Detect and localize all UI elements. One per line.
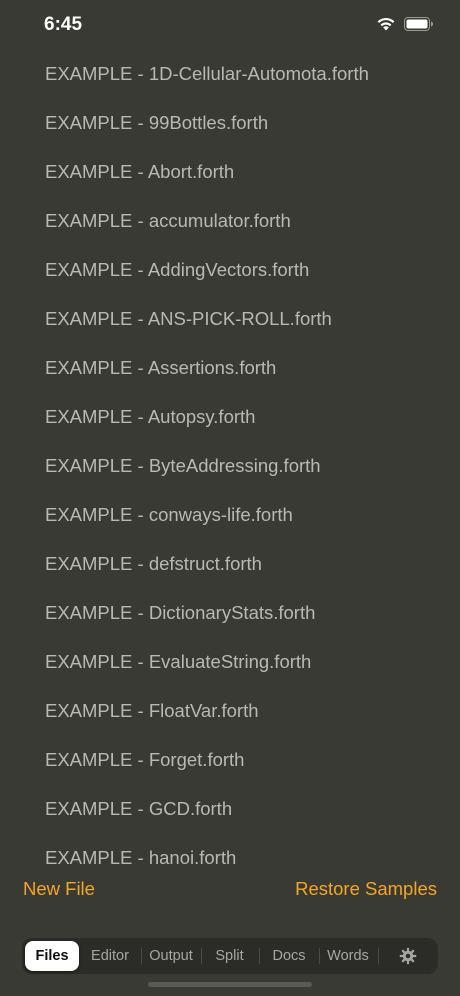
tab-words[interactable]: Words [320, 941, 376, 971]
tab-editor[interactable]: Editor [82, 941, 138, 971]
file-item[interactable]: EXAMPLE - ByteAddressing.forth [45, 454, 321, 478]
new-file-button[interactable]: New File [23, 878, 95, 900]
file-item[interactable]: EXAMPLE - conways-life.forth [45, 503, 293, 527]
file-item[interactable]: EXAMPLE - Assertions.forth [45, 356, 276, 380]
status-bar: 6:45 [0, 0, 460, 50]
file-item[interactable]: EXAMPLE - DictionaryStats.forth [45, 601, 315, 625]
home-indicator[interactable] [148, 982, 312, 987]
tab-bar: Files Editor Output Split Docs Words [22, 938, 438, 974]
tab-files[interactable]: Files [25, 941, 79, 971]
tab-output[interactable]: Output [143, 941, 199, 971]
file-item[interactable]: EXAMPLE - EvaluateString.forth [45, 650, 311, 674]
tab-separator [378, 948, 379, 964]
file-list[interactable]: EXAMPLE - 1D-Cellular-Automota.forth EXA… [0, 50, 460, 870]
wifi-icon [377, 17, 395, 31]
status-icons [376, 16, 434, 31]
gear-icon [399, 947, 417, 965]
restore-samples-button[interactable]: Restore Samples [295, 878, 437, 900]
file-item[interactable]: EXAMPLE - FloatVar.forth [45, 699, 259, 723]
file-item[interactable]: EXAMPLE - 1D-Cellular-Automota.forth [45, 62, 369, 86]
file-item[interactable]: EXAMPLE - Autopsy.forth [45, 405, 255, 429]
file-item[interactable]: EXAMPLE - accumulator.forth [45, 209, 291, 233]
file-item[interactable]: EXAMPLE - 99Bottles.forth [45, 111, 268, 135]
file-item[interactable]: EXAMPLE - ANS-PICK-ROLL.forth [45, 307, 332, 331]
file-item[interactable]: EXAMPLE - AddingVectors.forth [45, 258, 309, 282]
battery-icon [404, 16, 433, 31]
file-item[interactable]: EXAMPLE - Forget.forth [45, 748, 244, 772]
file-item[interactable]: EXAMPLE - defstruct.forth [45, 552, 262, 576]
file-item[interactable]: EXAMPLE - hanoi.forth [45, 846, 236, 870]
file-item[interactable]: EXAMPLE - GCD.forth [45, 797, 232, 821]
tab-settings[interactable] [380, 941, 436, 971]
tab-separator [141, 948, 142, 964]
tab-split[interactable]: Split [202, 941, 257, 971]
tab-separator [259, 948, 260, 964]
file-item[interactable]: EXAMPLE - Abort.forth [45, 160, 234, 184]
status-time: 6:45 [44, 14, 83, 35]
tab-docs[interactable]: Docs [261, 941, 317, 971]
